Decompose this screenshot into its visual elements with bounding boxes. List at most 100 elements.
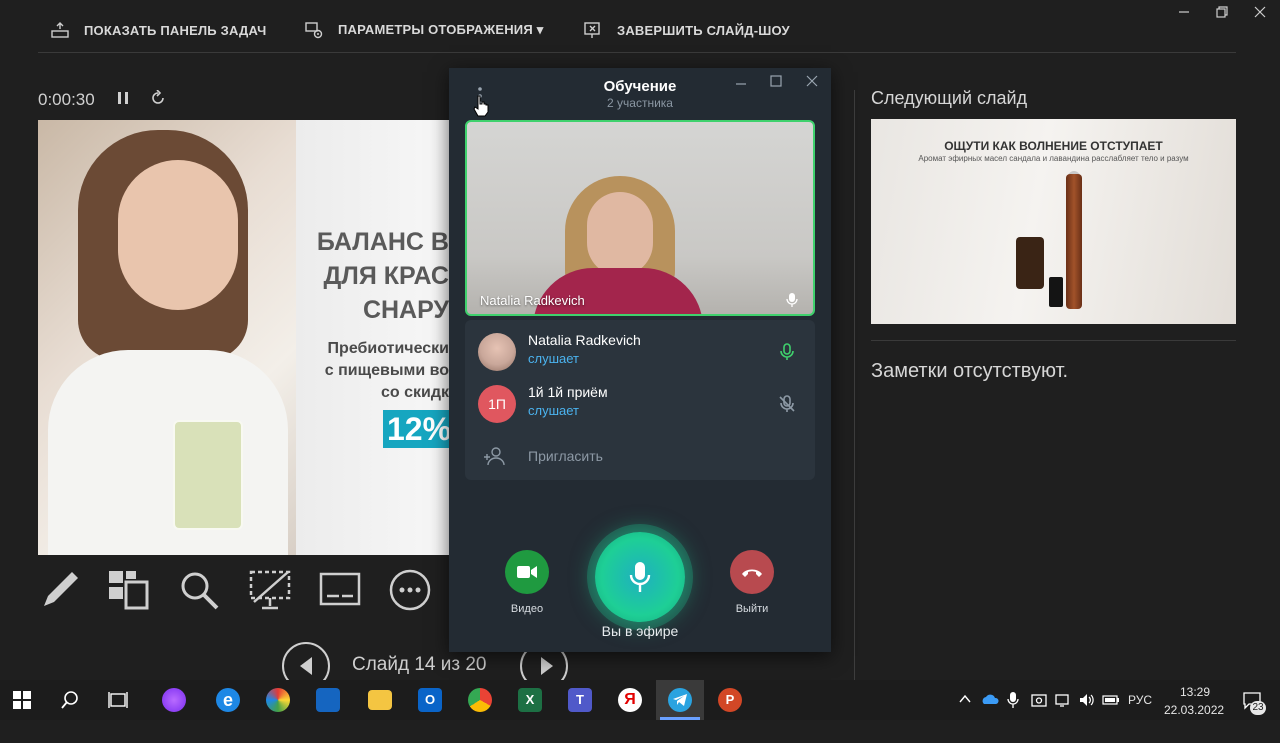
search-icon[interactable] — [58, 688, 82, 712]
next-slide-subheading: Аромат эфирных масел сандала и лавандина… — [918, 154, 1189, 163]
chevron-up-icon[interactable] — [958, 692, 972, 706]
hang-up-icon — [742, 569, 762, 577]
pause-icon[interactable] — [116, 90, 130, 106]
avatar — [478, 333, 516, 371]
slide-heading-line2: ДЛЯ КРАС — [323, 262, 450, 290]
next-slide-preview[interactable]: ОЩУТИ КАК ВОЛНЕНИЕ ОТСТУПАЕТ Аромат эфир… — [871, 119, 1236, 324]
speaker-notes: Заметки отсутствуют. — [871, 360, 1069, 382]
restart-timer-icon[interactable] — [150, 90, 166, 106]
video-camera-icon — [517, 566, 537, 578]
display-settings-label: ПАРАМЕТРЫ ОТОБРАЖЕНИЯ ▾ — [338, 22, 544, 37]
slide-photo — [38, 120, 296, 555]
display-settings-icon — [305, 22, 323, 39]
toolbar-divider — [38, 52, 1236, 53]
microphone-on-icon[interactable] — [777, 342, 797, 362]
call-participant-count: 2 участника — [607, 96, 673, 110]
show-taskbar-button[interactable]: ПОКАЗАТЬ ПАНЕЛЬ ЗАДАЧ — [50, 20, 266, 40]
slide-heading-line1: БАЛАНС В — [316, 228, 449, 256]
slide-subtext-line2: с пищевыми во — [324, 362, 449, 379]
invite-button[interactable]: Пригласить — [528, 448, 603, 464]
slideshow-timer: 0:00:30 — [38, 90, 95, 109]
close-icon[interactable] — [805, 74, 819, 88]
windows-taskbar: e O X T Я P РУС 13:29 22.03.2022 23 — [0, 680, 1280, 720]
current-slide: БАЛАНС В ДЛЯ КРАС СНАРУ Пребиотически с … — [38, 120, 449, 555]
camera-app-icon[interactable] — [1030, 691, 1048, 709]
paint-icon[interactable] — [266, 688, 290, 712]
volume-icon[interactable] — [1078, 691, 1096, 709]
leave-button[interactable] — [730, 550, 774, 594]
participant-row[interactable]: 1П 1й 1й приём слушает — [465, 382, 815, 430]
video-button-label: Видео — [510, 603, 544, 615]
windows-icon[interactable] — [10, 688, 34, 712]
slides-grid-icon[interactable] — [106, 568, 150, 612]
alice-icon[interactable] — [162, 688, 186, 712]
minimize-icon[interactable] — [1176, 4, 1192, 20]
oil-bottle — [1016, 237, 1044, 289]
taskbar-icon — [51, 22, 69, 38]
task-view-icon[interactable] — [106, 688, 130, 712]
outlook-icon[interactable]: O — [418, 688, 442, 712]
leave-button-label: Выйти — [735, 603, 769, 615]
bottle-cap — [1049, 277, 1063, 307]
minimize-icon[interactable] — [734, 74, 748, 88]
edge-icon[interactable]: e — [216, 688, 240, 712]
next-slide-label: Следующий слайд — [871, 88, 1028, 108]
participant-row[interactable]: Natalia Radkevich слушает — [465, 330, 815, 378]
notification-count: 23 — [1250, 701, 1266, 715]
notes-divider — [871, 340, 1236, 341]
video-button[interactable] — [505, 550, 549, 594]
participant-name: Natalia Radkevich — [528, 332, 641, 348]
teams-icon[interactable]: T — [568, 688, 592, 712]
maximize-icon[interactable] — [769, 74, 783, 88]
participant-list: Natalia Radkevich слушает 1П 1й 1й приём… — [465, 320, 815, 480]
microphone-icon — [786, 293, 798, 307]
participant-status: слушает — [528, 351, 579, 366]
zoom-icon[interactable] — [177, 568, 221, 612]
call-window: Обучение 2 участника Natalia Radkevich N… — [449, 68, 831, 652]
excel-icon[interactable]: X — [518, 688, 542, 712]
end-slideshow-button[interactable]: ЗАВЕРШИТЬ СЛАЙД-ШОУ — [583, 20, 790, 40]
on-air-status: Вы в эфире — [601, 623, 679, 639]
microphone-button[interactable] — [595, 532, 685, 622]
participant-video[interactable]: Natalia Radkevich — [465, 120, 815, 316]
more-icon[interactable] — [388, 568, 432, 612]
slide-counter: Слайд 14 из 20 — [352, 654, 487, 675]
battery-icon[interactable] — [1102, 692, 1120, 708]
yandex-icon[interactable]: Я — [618, 688, 642, 712]
microphone-icon — [629, 562, 651, 592]
onedrive-icon[interactable] — [981, 692, 999, 706]
triangle-right-icon — [541, 657, 553, 675]
restore-icon[interactable] — [1214, 4, 1230, 20]
network-icon[interactable] — [1054, 691, 1072, 709]
triangle-left-icon — [300, 657, 312, 675]
discount-badge: 12% — [383, 410, 449, 448]
next-slide-heading: ОЩУТИ КАК ВОЛНЕНИЕ ОТСТУПАЕТ — [944, 139, 1163, 153]
slide-subtext-line1: Пребиотически — [327, 340, 449, 357]
end-slideshow-icon — [584, 22, 600, 38]
explorer-icon[interactable] — [368, 690, 392, 710]
hand-cursor-icon — [473, 95, 489, 117]
pane-divider — [854, 90, 855, 680]
avatar: 1П — [478, 385, 516, 423]
subtitles-icon[interactable] — [318, 568, 362, 612]
slide-heading-line3: СНАРУ — [362, 296, 449, 324]
close-icon[interactable] — [1252, 4, 1268, 20]
black-screen-icon[interactable] — [248, 568, 292, 612]
telegram-icon[interactable] — [668, 688, 692, 712]
microphone-off-icon[interactable] — [777, 394, 797, 414]
participant-status: слушает — [528, 403, 579, 418]
keyboard-language[interactable]: РУС — [1128, 693, 1152, 733]
presenter-toolbar: ПОКАЗАТЬ ПАНЕЛЬ ЗАДАЧ ПАРАМЕТРЫ ОТОБРАЖЕ… — [0, 0, 1280, 60]
participant-name: 1й 1й приём — [528, 384, 608, 400]
microphone-icon[interactable] — [1006, 691, 1020, 709]
photos-icon[interactable] — [316, 688, 340, 712]
add-user-icon[interactable] — [483, 446, 505, 466]
chrome-icon[interactable] — [468, 688, 492, 712]
end-slideshow-label: ЗАВЕРШИТЬ СЛАЙД-ШОУ — [617, 22, 790, 38]
display-settings-button[interactable]: ПАРАМЕТРЫ ОТОБРАЖЕНИЯ ▾ — [304, 20, 543, 40]
pen-icon[interactable] — [38, 568, 82, 612]
roller-bottle — [1066, 174, 1082, 309]
clock-date[interactable]: 22.03.2022 — [1164, 703, 1224, 743]
powerpoint-icon[interactable]: P — [718, 688, 742, 712]
show-taskbar-label: ПОКАЗАТЬ ПАНЕЛЬ ЗАДАЧ — [84, 22, 267, 38]
